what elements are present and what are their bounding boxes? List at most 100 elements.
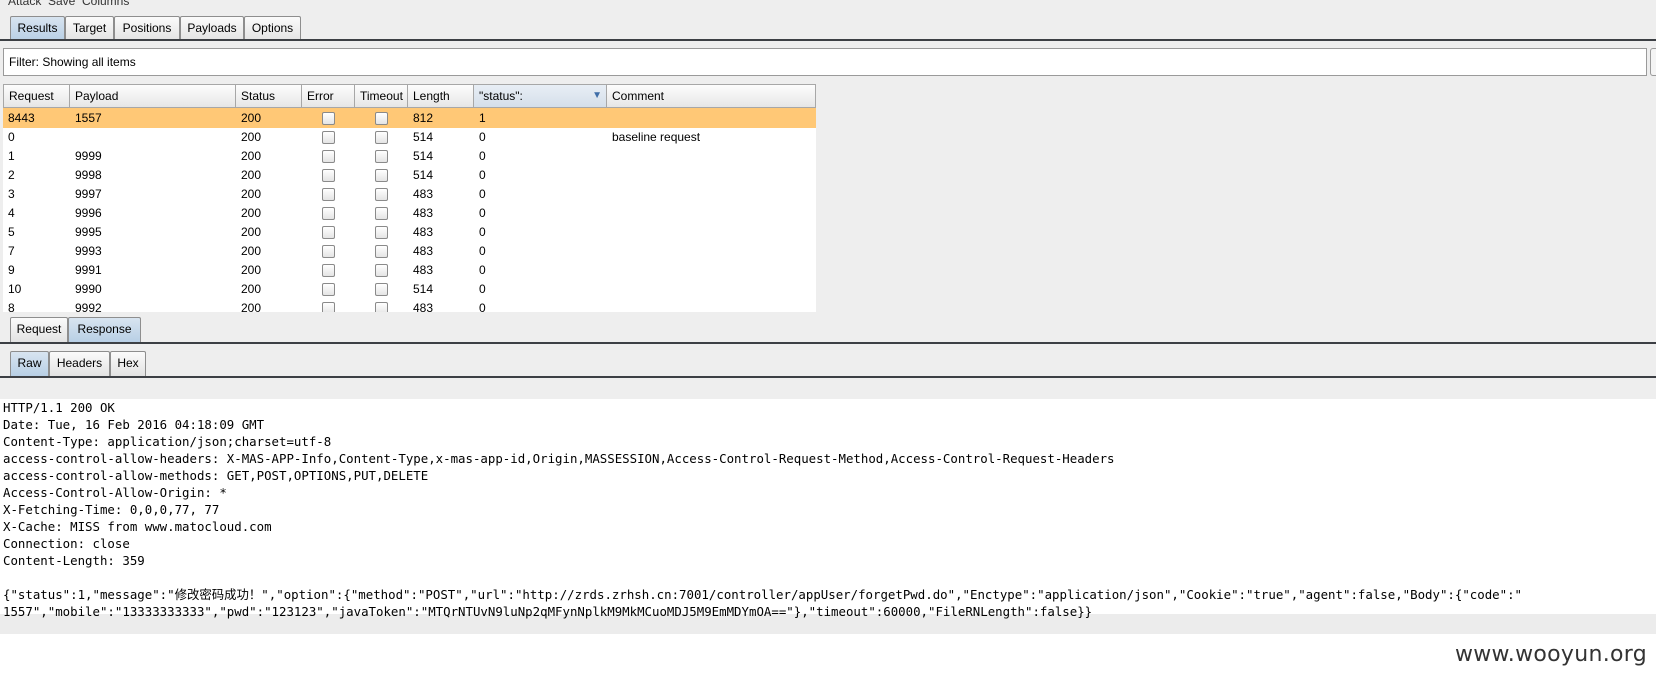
cell-comment: baseline request: [612, 130, 701, 144]
view-tab-divider: [0, 376, 1656, 378]
col-header-comment[interactable]: Comment: [607, 84, 816, 108]
timeout-checkbox: [375, 150, 388, 163]
cell-grep-status: 0: [479, 187, 486, 201]
cell-comment: [607, 222, 612, 242]
col-header-grep-label: "status":: [479, 89, 523, 103]
col-header-length[interactable]: Length: [408, 84, 474, 108]
error-checkbox: [322, 207, 335, 220]
timeout-checkbox: [375, 226, 388, 239]
tab-results[interactable]: Results: [10, 16, 65, 41]
cell-payload: 9996: [75, 206, 102, 220]
error-checkbox: [322, 245, 335, 258]
tab-target[interactable]: Target: [65, 16, 114, 41]
cell-length: 483: [413, 263, 434, 277]
response-line: access-control-allow-headers: X-MAS-APP-…: [3, 451, 1115, 466]
cell-payload: 9993: [75, 244, 102, 258]
filter-button[interactable]: [1650, 48, 1656, 76]
table-row[interactable]: 10 9990 200 514 0: [3, 279, 816, 299]
cell-request: 8443: [8, 111, 35, 125]
col-header-grep-status[interactable]: "status": ▼: [474, 84, 607, 108]
cell-request: 1: [8, 149, 15, 163]
filter-field[interactable]: Filter: Showing all items: [3, 48, 1647, 76]
error-checkbox: [322, 150, 335, 163]
cell-length: 483: [413, 225, 434, 239]
results-table: Request Payload Status Error Timeout Len…: [3, 84, 816, 328]
timeout-checkbox: [375, 264, 388, 277]
col-header-status[interactable]: Status: [236, 84, 302, 108]
tab-headers[interactable]: Headers: [49, 351, 110, 376]
cell-length: 514: [413, 168, 434, 182]
timeout-checkbox: [375, 207, 388, 220]
cell-length: 514: [413, 282, 434, 296]
response-line: X-Fetching-Time: 0,0,0,77, 77: [3, 502, 220, 517]
table-row[interactable]: 2 9998 200 514 0: [3, 165, 816, 185]
cell-status: 200: [241, 168, 262, 182]
menu-save[interactable]: Save: [48, 0, 75, 8]
cell-request: 9: [8, 263, 15, 277]
table-row[interactable]: 9 9991 200 483 0: [3, 260, 816, 280]
cell-payload: 1557: [75, 111, 102, 125]
cell-comment: [607, 241, 612, 261]
cell-status: 200: [241, 225, 262, 239]
menu-attack[interactable]: Attack: [8, 0, 41, 8]
timeout-checkbox: [375, 188, 388, 201]
cell-request: 3: [8, 187, 15, 201]
cell-payload: 9995: [75, 225, 102, 239]
tab-divider: [0, 39, 1656, 41]
response-line: X-Cache: MISS from www.matocloud.com: [3, 519, 272, 534]
col-header-request[interactable]: Request: [3, 84, 70, 108]
cell-length: 812: [413, 111, 434, 125]
response-line: 1557","mobile":"13333333333","pwd":"1231…: [3, 604, 1093, 619]
cell-grep-status: 0: [479, 168, 486, 182]
col-header-payload[interactable]: Payload: [70, 84, 236, 108]
table-row[interactable]: 4 9996 200 483 0: [3, 203, 816, 223]
tab-response[interactable]: Response: [68, 317, 141, 342]
cell-comment: [607, 184, 612, 204]
col-header-error[interactable]: Error: [302, 84, 355, 108]
response-line: Content-Type: application/json;charset=u…: [3, 434, 332, 449]
cell-grep-status: 1: [479, 111, 486, 125]
cell-comment: [607, 203, 612, 223]
cell-length: 514: [413, 130, 434, 144]
tab-raw[interactable]: Raw: [10, 351, 49, 376]
error-checkbox: [322, 283, 335, 296]
view-tabbar: Raw Headers Hex: [0, 346, 1656, 399]
cell-grep-status: 0: [479, 263, 486, 277]
menubar: Attack Save Columns: [0, 0, 1656, 12]
cell-grep-status: 0: [479, 130, 486, 144]
response-line: Connection: close: [3, 536, 130, 551]
tab-options[interactable]: Options: [244, 16, 301, 41]
tab-positions[interactable]: Positions: [114, 16, 180, 41]
table-row[interactable]: 8443 1557 200 812 1: [3, 108, 816, 128]
table-header: Request Payload Status Error Timeout Len…: [3, 84, 816, 108]
cell-status: 200: [241, 206, 262, 220]
table-row[interactable]: 1 9999 200 514 0: [3, 146, 816, 166]
filter-bar: Filter: Showing all items: [0, 44, 1656, 84]
table-row[interactable]: 7 9993 200 483 0: [3, 241, 816, 261]
message-tab-divider: [0, 342, 1656, 344]
cell-comment: [607, 146, 612, 166]
cell-length: 483: [413, 206, 434, 220]
results-panel: Request Payload Status Error Timeout Len…: [0, 84, 1656, 328]
response-line: Date: Tue, 16 Feb 2016 04:18:09 GMT: [3, 417, 265, 432]
col-header-timeout[interactable]: Timeout: [355, 84, 408, 108]
error-checkbox: [322, 169, 335, 182]
cell-status: 200: [241, 130, 262, 144]
cell-request: 0: [8, 130, 15, 144]
tab-payloads[interactable]: Payloads: [180, 16, 244, 41]
error-checkbox: [322, 226, 335, 239]
table-row[interactable]: 3 9997 200 483 0: [3, 184, 816, 204]
cell-payload: 9998: [75, 168, 102, 182]
timeout-checkbox: [375, 245, 388, 258]
cell-comment: [607, 260, 612, 280]
timeout-checkbox: [375, 131, 388, 144]
table-row[interactable]: 0 200 514 0 baseline request: [3, 127, 816, 147]
cell-payload: 9991: [75, 263, 102, 277]
table-row[interactable]: 5 9995 200 483 0: [3, 222, 816, 242]
response-editor[interactable]: HTTP/1.1 200 OK Date: Tue, 16 Feb 2016 04…: [0, 399, 1656, 686]
menu-columns[interactable]: Columns: [82, 0, 129, 8]
tab-hex[interactable]: Hex: [110, 351, 146, 376]
timeout-checkbox: [375, 169, 388, 182]
tab-request-btn[interactable]: Request: [10, 317, 68, 342]
response-line: Access-Control-Allow-Origin: *: [3, 485, 227, 500]
